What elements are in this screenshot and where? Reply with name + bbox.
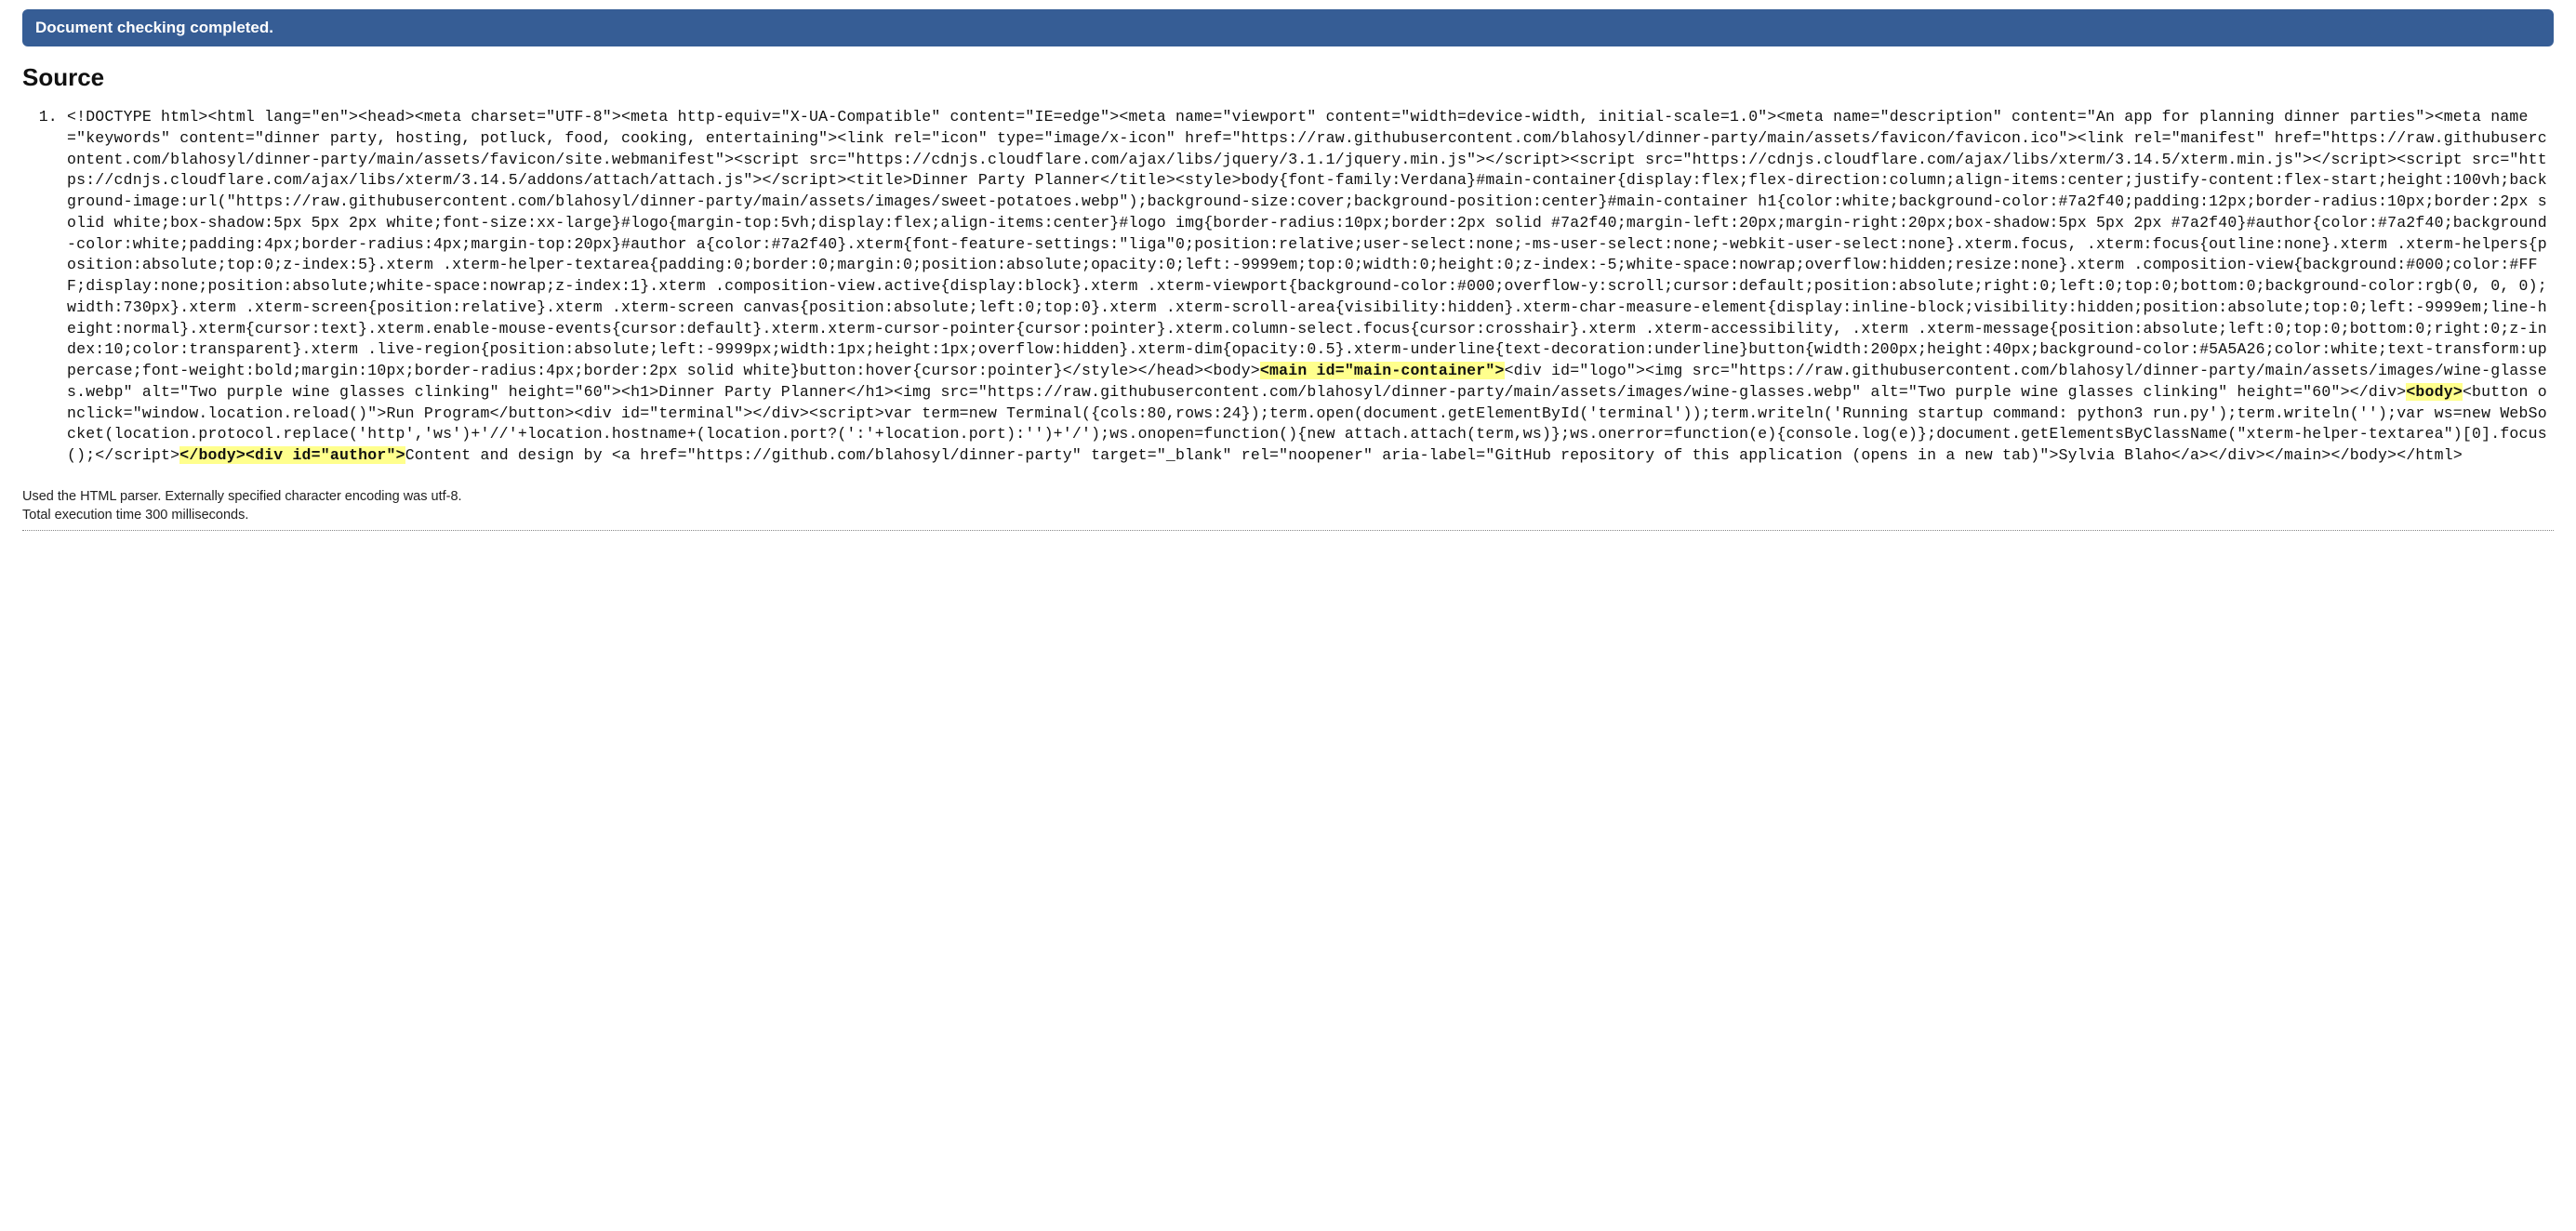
- timing-note: Total execution time 300 milliseconds.: [22, 508, 2554, 523]
- source-fragment: Content and design by <a href="https://g…: [405, 446, 2463, 464]
- source-line-1: <!DOCTYPE html><html lang="en"><head><me…: [67, 107, 2554, 467]
- source-fragment: <!DOCTYPE html><html lang="en"><head><me…: [67, 108, 2547, 379]
- source-highlight: <main id="main-container">: [1260, 362, 1505, 379]
- source-highlight: <body>: [2406, 383, 2463, 401]
- source-heading: Source: [22, 63, 2554, 92]
- status-banner-text: Document checking completed.: [35, 19, 273, 36]
- source-list: <!DOCTYPE html><html lang="en"><head><me…: [22, 107, 2554, 467]
- page-wrapper: Document checking completed. Source <!DO…: [0, 9, 2576, 538]
- source-highlight: </body><div id="author">: [179, 446, 405, 464]
- footer-divider: [22, 530, 2554, 531]
- parser-note: Used the HTML parser. Externally specifi…: [22, 489, 2554, 504]
- status-banner: Document checking completed.: [22, 9, 2554, 46]
